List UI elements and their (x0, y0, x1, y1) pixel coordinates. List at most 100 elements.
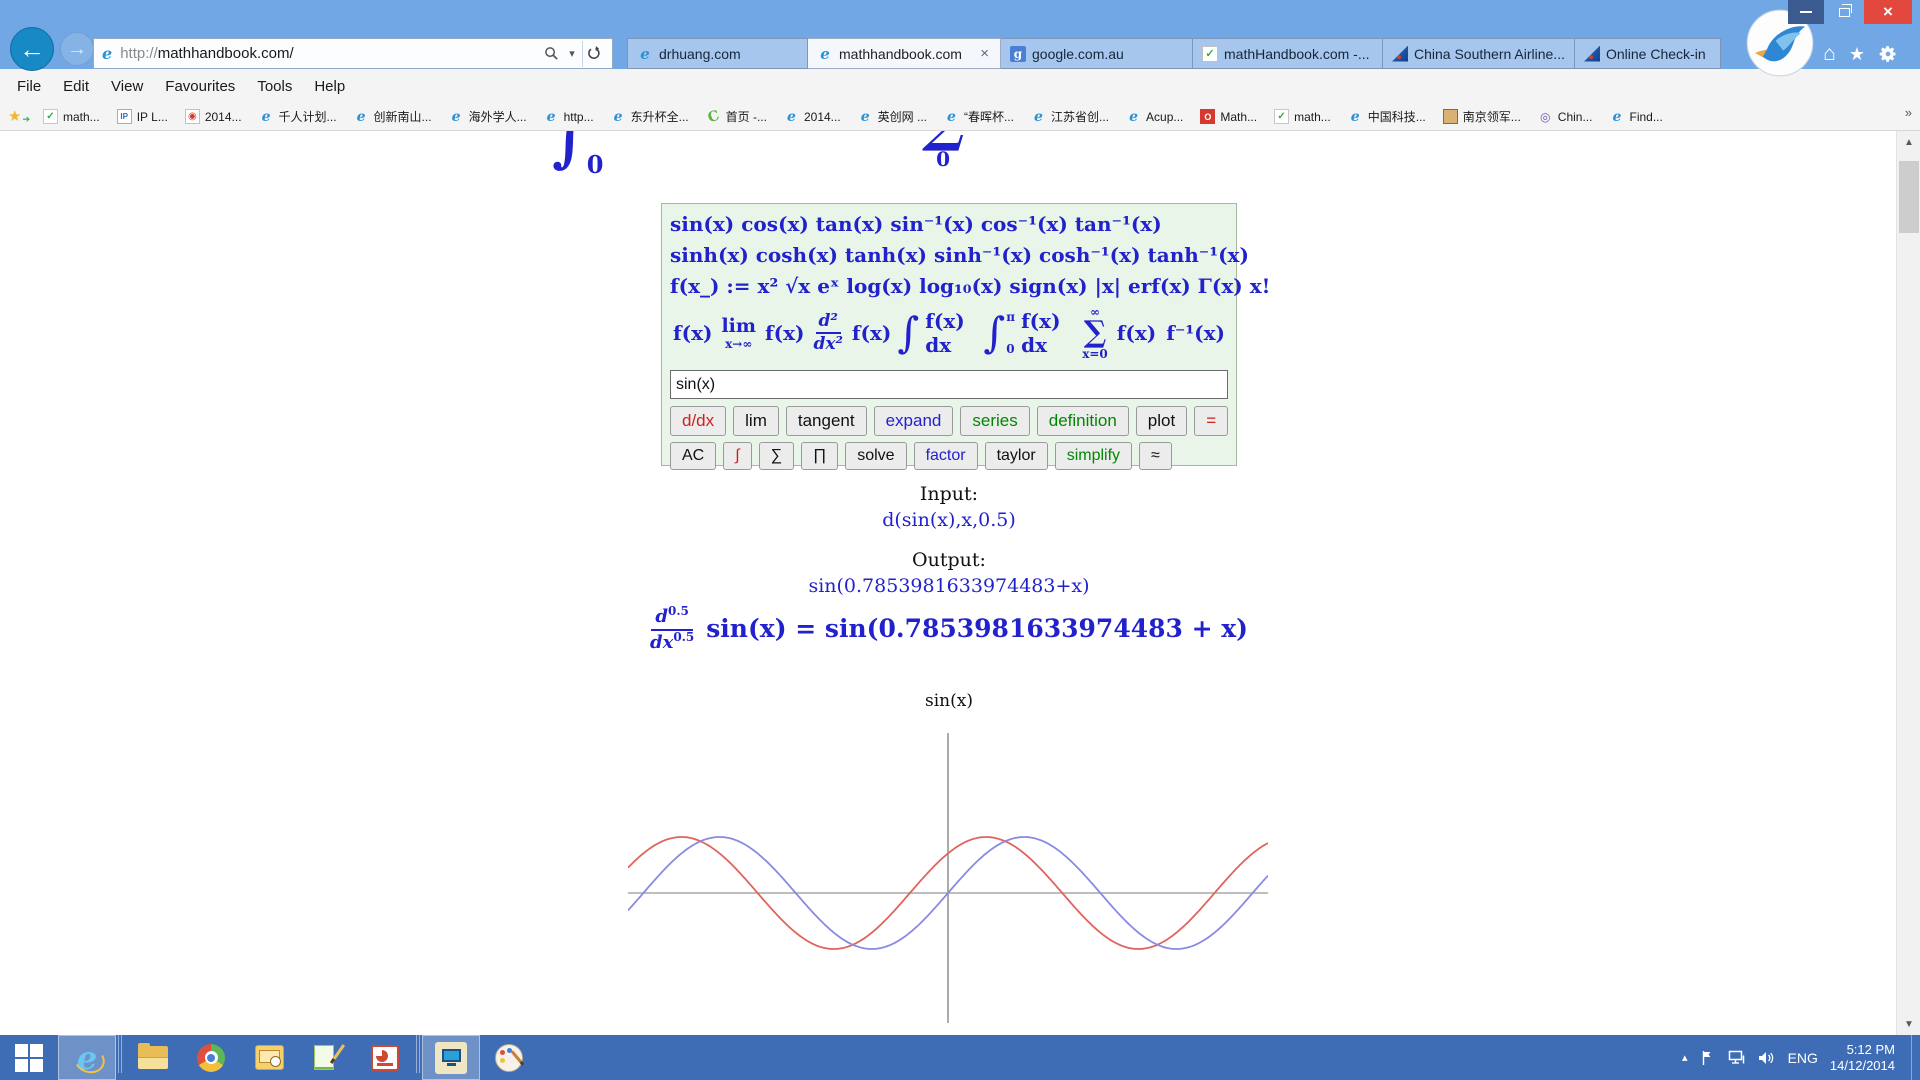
scroll-up-button[interactable]: ▲ (1897, 131, 1920, 153)
favorite-item[interactable]: eFind... (1609, 109, 1662, 124)
favorite-item[interactable]: eAcup... (1126, 109, 1183, 124)
tab-online-check-in[interactable]: Online Check-in (1575, 38, 1721, 69)
function-links-row-misc[interactable]: f(x_) := x² √x eˣ log(x) log₁₀(x) sign(x… (668, 273, 1230, 299)
favorite-item[interactable]: ✓math... (1274, 109, 1331, 124)
tab-label: google.com.au (1032, 46, 1124, 62)
favorite-item[interactable]: ehttp... (544, 109, 594, 124)
favorite-item[interactable]: e东升杯全... (611, 108, 689, 125)
network-icon[interactable] (1728, 1050, 1746, 1065)
tab-china-southern-airline[interactable]: China Southern Airline... (1383, 38, 1575, 69)
menu-edit[interactable]: Edit (52, 74, 100, 99)
minimize-button[interactable] (1788, 0, 1824, 24)
taskbar-powerpoint-button[interactable] (356, 1035, 414, 1080)
favorite-item[interactable]: e2014... (784, 109, 841, 124)
mathbox-button-expand[interactable]: expand (874, 406, 954, 436)
favorite-item[interactable]: e创新南山... (354, 108, 432, 125)
restore-button[interactable] (1829, 0, 1859, 24)
menu-tools[interactable]: Tools (246, 74, 303, 99)
back-button[interactable]: ← (10, 27, 54, 71)
mathbox-button-ddx[interactable]: d/dx (670, 406, 726, 436)
ie-icon: e (944, 109, 959, 124)
favorite-item[interactable]: e千人计划... (259, 108, 337, 125)
favorite-item[interactable]: ◎Chin... (1538, 109, 1593, 124)
language-indicator[interactable]: ENG (1788, 1050, 1818, 1066)
favorite-label: math... (63, 110, 100, 124)
tab-mathhandbook-com[interactable]: ✓mathHandbook.com -... (1193, 38, 1383, 69)
tab-mathhandbook-com[interactable]: emathhandbook.com× (808, 38, 1001, 69)
mathbox-button-lim[interactable]: lim (733, 406, 779, 436)
settings-gear-button[interactable] (1878, 44, 1898, 64)
action-center-flag-icon[interactable] (1700, 1050, 1716, 1066)
forward-button[interactable]: → (60, 32, 94, 66)
taskbar-start-button[interactable] (0, 1035, 58, 1080)
ie-icon: e (784, 109, 799, 124)
show-desktop-button[interactable] (1911, 1035, 1918, 1080)
expression-input[interactable] (670, 370, 1228, 399)
favorite-item[interactable]: ✓math... (43, 109, 100, 124)
taskbar-paint-button[interactable] (480, 1035, 538, 1080)
volume-icon[interactable] (1758, 1051, 1776, 1065)
favorite-item[interactable]: e“春晖杯... (944, 108, 1014, 125)
close-button[interactable]: × (1864, 0, 1912, 24)
hidden-icons-chevron[interactable]: ▴ (1682, 1051, 1688, 1064)
lower-limit: x=0 (1082, 348, 1108, 360)
favorite-item[interactable]: IPIP L... (117, 109, 168, 124)
scrollbar-thumb[interactable] (1899, 161, 1919, 233)
taskbar-notes-button[interactable] (298, 1035, 356, 1080)
clock[interactable]: 5:12 PM 14/12/2014 (1830, 1042, 1899, 1074)
vertical-scrollbar[interactable]: ▲ ▼ (1896, 131, 1920, 1035)
ie-icon: e (1609, 109, 1624, 124)
mathbox-button-series[interactable]: series (960, 406, 1029, 436)
favorite-label: math... (1294, 110, 1331, 124)
favorite-item[interactable]: OMath... (1200, 109, 1257, 124)
tab-drhuang-com[interactable]: edrhuang.com (627, 38, 808, 69)
page-favicon-icon: e (102, 44, 112, 63)
menu-file[interactable]: File (6, 74, 52, 99)
mathbox-button-equals[interactable]: = (1194, 406, 1228, 436)
mathbox-button-ac[interactable]: AC (670, 442, 716, 470)
favorite-item[interactable]: C首页 -... (706, 108, 767, 125)
taskbar-file-explorer-button[interactable] (124, 1035, 182, 1080)
favorites-bar-star-icon[interactable]: ★ (8, 109, 26, 125)
taskbar-outlook-button[interactable] (240, 1035, 298, 1080)
refresh-button[interactable] (582, 41, 608, 67)
menu-view[interactable]: View (100, 74, 154, 99)
menu-favourites[interactable]: Favourites (154, 74, 246, 99)
favorites-overflow-chevron[interactable]: » (1905, 105, 1912, 120)
tab-google-com-au[interactable]: ggoogle.com.au (1001, 38, 1193, 69)
favorite-item[interactable]: e英创网 ... (858, 108, 927, 125)
window-controls: × (1788, 0, 1912, 24)
mathbox-button-simplify[interactable]: simplify (1055, 442, 1132, 470)
scroll-down-button[interactable]: ▼ (1897, 1013, 1920, 1035)
tab-close-icon[interactable]: × (978, 46, 991, 61)
favorite-item[interactable]: ◉2014... (185, 109, 242, 124)
home-button[interactable]: ⌂ (1823, 42, 1836, 66)
menu-help[interactable]: Help (303, 74, 356, 99)
function-links-row-hyperbolic[interactable]: sinh(x) cosh(x) tanh(x) sinh⁻¹(x) cosh⁻¹… (668, 242, 1230, 268)
mathbox-button-solve[interactable]: solve (845, 442, 906, 470)
favorites-button[interactable]: ★ (1849, 44, 1865, 65)
mathbox-button-plot[interactable]: plot (1136, 406, 1187, 436)
favorite-item[interactable]: e江苏省创... (1031, 108, 1109, 125)
mathbox-button-integral[interactable]: ∫ (723, 442, 751, 470)
address-url[interactable]: http://mathhandbook.com/ (120, 45, 538, 62)
favorite-item[interactable]: 南京领军... (1443, 108, 1521, 125)
taskbar-chrome-button[interactable] (182, 1035, 240, 1080)
mathbox-button-definition[interactable]: definition (1037, 406, 1129, 436)
favorite-item[interactable]: e海外学人... (449, 108, 527, 125)
function-links-row-trig[interactable]: sin(x) cos(x) tan(x) sin⁻¹(x) cos⁻¹(x) t… (668, 211, 1230, 237)
function-links-row-calculus[interactable]: f(x)limx→∞f(x)d²dx²f(x)∫f(x) dx∫π0f(x) d… (668, 304, 1230, 362)
mathbox-button-approx[interactable]: ≈ (1139, 442, 1172, 470)
address-bar[interactable]: e http://mathhandbook.com/ ▾ (93, 38, 613, 69)
mathbox-button-factor[interactable]: factor (914, 442, 978, 470)
mathbox-button-taylor[interactable]: taylor (985, 442, 1048, 470)
mathbox-button-tangent[interactable]: tangent (786, 406, 867, 436)
taskbar-display-switch-button[interactable] (422, 1035, 480, 1080)
search-button[interactable] (538, 41, 564, 67)
favorite-label: 首页 -... (726, 108, 767, 125)
mathbox-button-sum[interactable]: ∑ (759, 442, 794, 470)
address-dropdown-button[interactable]: ▾ (564, 47, 580, 60)
mathbox-button-product[interactable]: ∏ (801, 442, 838, 470)
favorite-item[interactable]: e中国科技... (1348, 108, 1426, 125)
taskbar-internet-explorer-button[interactable]: e (58, 1035, 116, 1080)
